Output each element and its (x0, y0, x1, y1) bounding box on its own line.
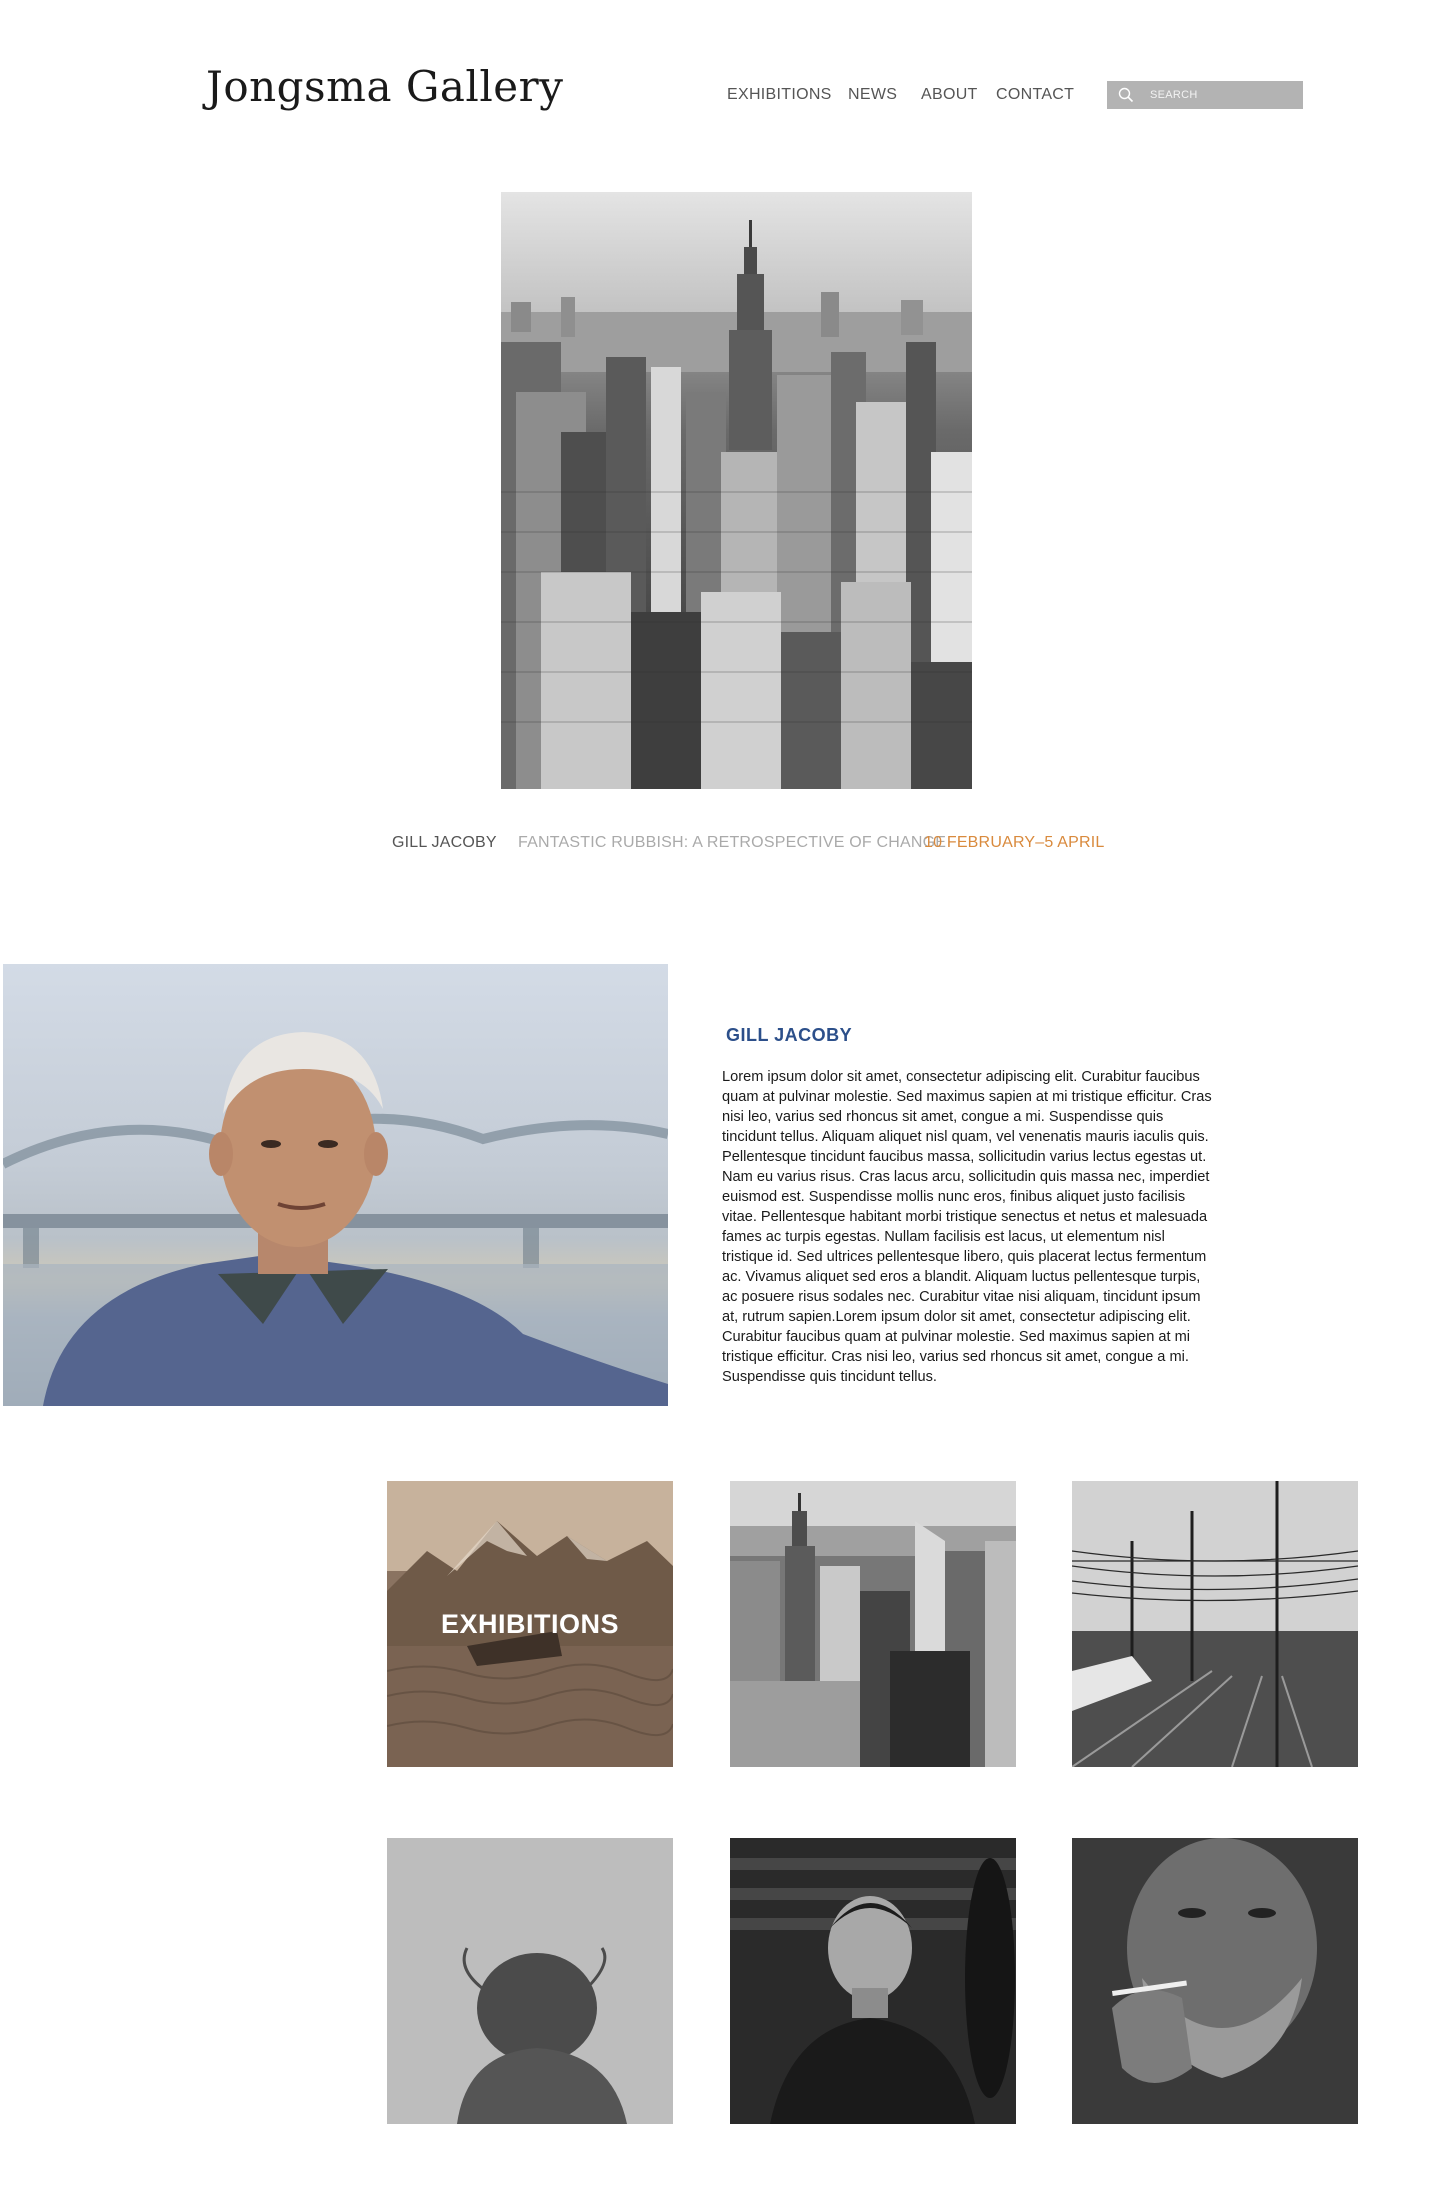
nav-news[interactable]: NEWS (848, 86, 897, 104)
search-box[interactable] (1107, 81, 1303, 109)
search-input[interactable] (1148, 88, 1292, 102)
featured-exhibition-dates: 10 FEBRUARY–5 APRIL (924, 834, 1105, 851)
artist-bio-text: Lorem ipsum dolor sit amet, consectetur … (722, 1069, 1212, 1385)
city-aerial-illustration (730, 1481, 1016, 1767)
nav-contact[interactable]: CONTACT (996, 86, 1074, 104)
nav-about[interactable]: ABOUT (921, 86, 978, 104)
railway-illustration (1072, 1481, 1358, 1767)
tile-label-exhibitions: EXHIBITIONS (440, 1609, 620, 1639)
search-icon[interactable] (1118, 87, 1134, 103)
gallery-logo[interactable]: Jongsma Gallery (206, 62, 563, 111)
city-skyline-illustration (501, 192, 972, 789)
featured-exhibition-image[interactable] (501, 192, 972, 789)
grid-tile-young-man[interactable] (730, 1838, 1016, 2124)
artist-heading: GILL JACOBY (726, 1025, 853, 1045)
nav-exhibitions[interactable]: EXHIBITIONS (727, 86, 832, 104)
artist-portrait-image (3, 964, 668, 1406)
grid-tile-woman[interactable] (387, 1838, 673, 2124)
young-man-illustration (730, 1858, 1016, 2124)
grid-tile-railway[interactable] (1072, 1481, 1358, 1767)
featured-exhibition-title[interactable]: FANTASTIC RUBBISH: A RETROSPECTIVE OF CH… (518, 834, 946, 852)
grid-tile-old-man[interactable] (1072, 1838, 1358, 2124)
grid-tile-exhibitions[interactable]: EXHIBITIONS (387, 1481, 673, 1767)
grid-tile-city[interactable] (730, 1481, 1016, 1767)
featured-artist-name[interactable]: GILL JACOBY (392, 834, 497, 852)
portrait-illustration (3, 1032, 668, 1406)
old-man-smoking-illustration (1112, 1838, 1317, 2083)
woman-head-illustration (457, 1947, 627, 2124)
